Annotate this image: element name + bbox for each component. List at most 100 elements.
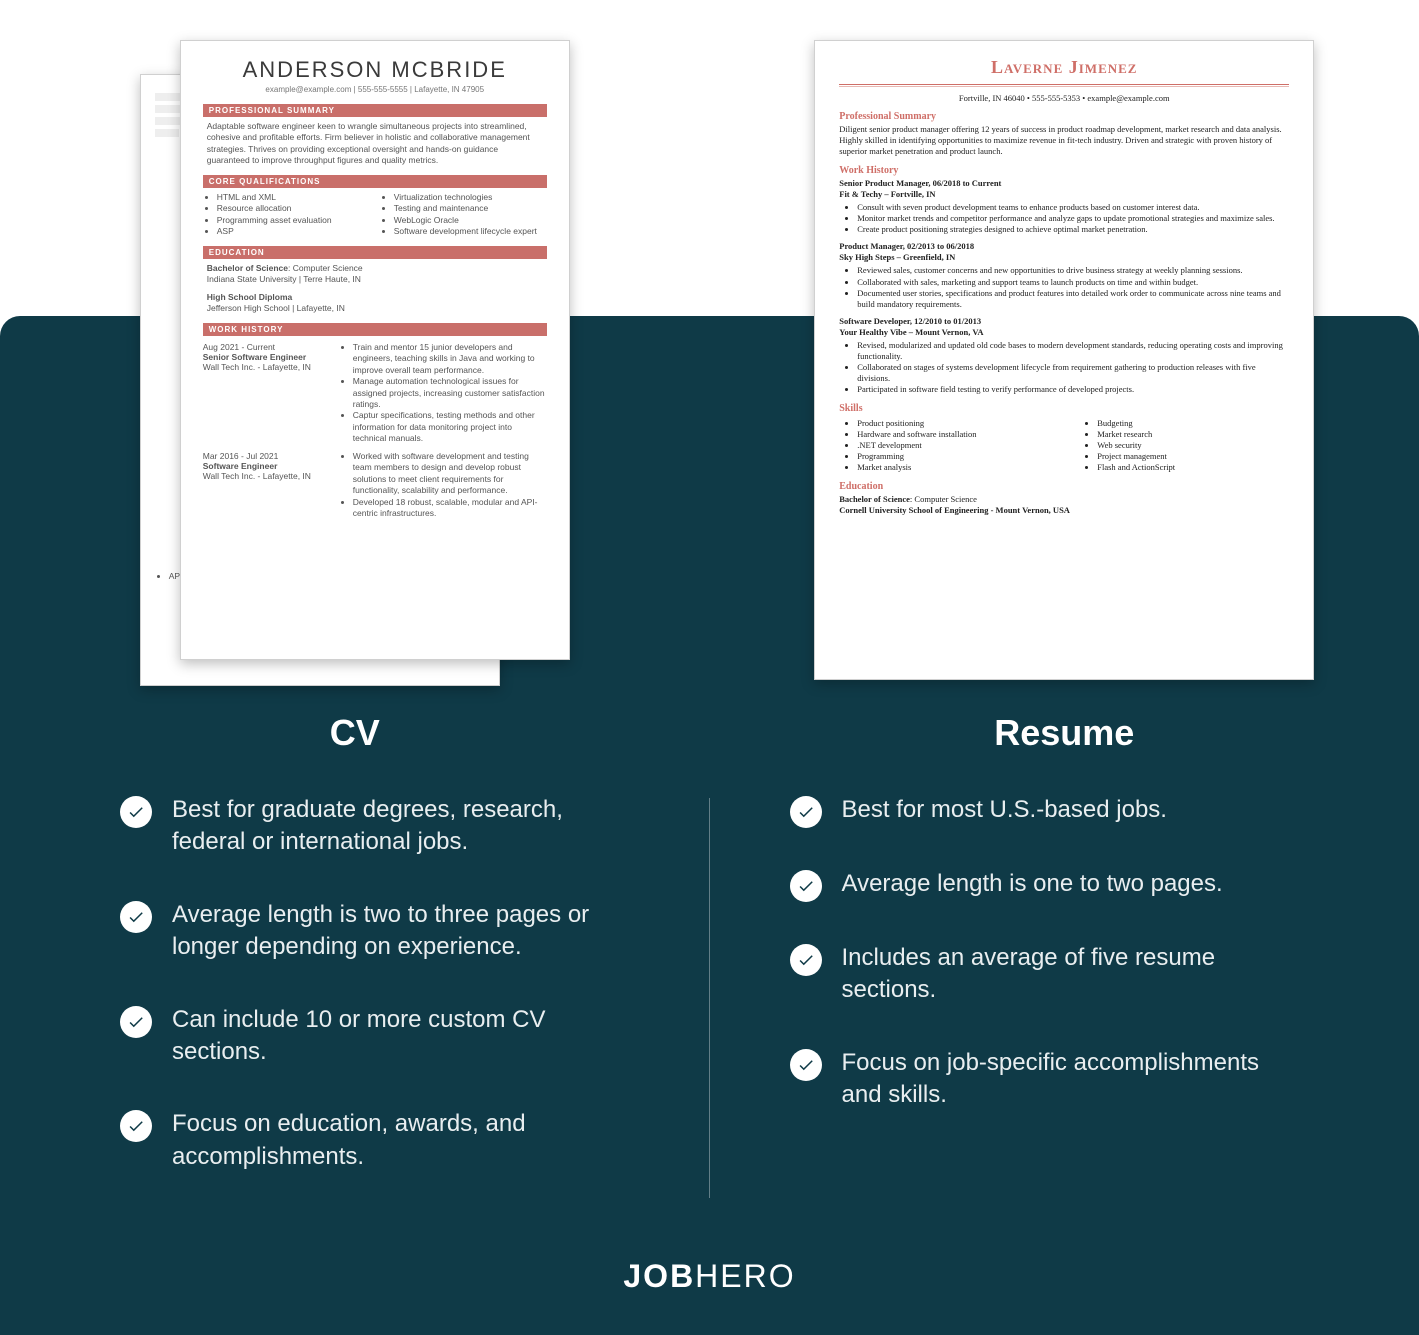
res-skill-l2: .NET development xyxy=(857,440,1049,451)
brand-bold: JOB xyxy=(623,1258,695,1294)
resume-feature-1-text: Average length is one to two pages. xyxy=(842,868,1223,900)
cv-edu-1-school: Jefferson High School | Lafayette, IN xyxy=(207,303,543,314)
cv-qual-right-1: Testing and maintenance xyxy=(394,203,547,214)
res-job-2-title: Software Developer, 12/2010 to 01/2013 xyxy=(839,316,981,326)
cv-qual-left-1: Resource allocation xyxy=(217,203,370,214)
res-skill-r1: Market research xyxy=(1097,429,1289,440)
resume-heading-education: Education xyxy=(839,481,1289,492)
resume-feature-3: Focus on job-specific accomplishments an… xyxy=(790,1047,1300,1112)
res-skill-r0: Budgeting xyxy=(1097,418,1289,429)
cv-contact: example@example.com | 555-555-5555 | Laf… xyxy=(203,85,547,94)
cv-edu-0-rest: : Computer Science xyxy=(288,263,363,273)
checkmark-icon xyxy=(120,796,152,828)
res-skill-r4: Flash and ActionScript xyxy=(1097,462,1289,473)
resume-column: Laverne Jimenez Fortville, IN 46040 • 55… xyxy=(804,40,1324,754)
cv-job-0-company: Wall Tech Inc. - Lafayette, IN xyxy=(203,362,323,372)
res-job-2-b0: Revised, modularized and updated old cod… xyxy=(857,340,1289,362)
res-edu-rest: : Computer Science xyxy=(910,494,977,504)
cv-feature-2-text: Can include 10 or more custom CV section… xyxy=(172,1004,630,1069)
cv-feature-2: Can include 10 or more custom CV section… xyxy=(120,1004,630,1069)
resume-page: Laverne Jimenez Fortville, IN 46040 • 55… xyxy=(814,40,1314,680)
res-job-0-b0: Consult with seven product development t… xyxy=(857,202,1289,213)
cv-feature-1-text: Average length is two to three pages or … xyxy=(172,899,630,964)
cv-summary-text: Adaptable software engineer keen to wran… xyxy=(203,121,547,167)
cv-qual-left-0: HTML and XML xyxy=(217,192,370,203)
cv-job-1-b0: Worked with software development and tes… xyxy=(353,451,547,497)
cv-job-1-dates: Mar 2016 - Jul 2021 xyxy=(203,451,323,461)
res-edu-degree: Bachelor of Science xyxy=(839,494,910,504)
resume-feature-3-text: Focus on job-specific accomplishments an… xyxy=(842,1047,1300,1112)
resume-feature-0-text: Best for most U.S.-based jobs. xyxy=(842,794,1167,826)
cv-heading-qualifications: CORE QUALIFICATIONS xyxy=(203,175,547,188)
cv-job-0-title: Senior Software Engineer xyxy=(203,352,306,362)
cv-job-1-company: Wall Tech Inc. - Lafayette, IN xyxy=(203,471,323,481)
cv-feature-3: Focus on education, awards, and accompli… xyxy=(120,1108,630,1173)
res-skill-r2: Web security xyxy=(1097,440,1289,451)
resume-contact: Fortville, IN 46040 • 555-555-5353 • exa… xyxy=(839,93,1289,103)
comparison-row: Best for graduate degrees, research, fed… xyxy=(0,794,1419,1213)
resume-feature-0: Best for most U.S.-based jobs. xyxy=(790,794,1300,828)
brand-light: HERO xyxy=(695,1258,795,1294)
cv-heading-work: WORK HISTORY xyxy=(203,323,547,336)
res-job-1-b1: Collaborated with sales, marketing and s… xyxy=(857,277,1289,288)
resume-heading-skills: Skills xyxy=(839,403,1289,414)
checkmark-icon xyxy=(790,870,822,902)
cv-qual-left-2: Programming asset evaluation xyxy=(217,215,370,226)
res-skill-r3: Project management xyxy=(1097,451,1289,462)
checkmark-icon xyxy=(790,944,822,976)
cv-qual-right-0: Virtualization technologies xyxy=(394,192,547,203)
checkmark-icon xyxy=(120,1110,152,1142)
res-job-1-b2: Documented user stories, specifications … xyxy=(857,288,1289,310)
cv-feature-0-text: Best for graduate degrees, research, fed… xyxy=(172,794,630,859)
resume-heading-work: Work History xyxy=(839,165,1289,176)
res-job-0-b1: Monitor market trends and competitor per… xyxy=(857,213,1289,224)
checkmark-icon xyxy=(790,1049,822,1081)
cv-qual-left-3: ASP xyxy=(217,226,370,237)
res-job-1-title: Product Manager, 02/2013 to 06/2018 xyxy=(839,241,974,251)
cv-heading-education: EDUCATION xyxy=(203,246,547,259)
cv-job-0-b1: Manage automation technological issues f… xyxy=(353,376,547,410)
cv-page-front: ANDERSON MCBRIDE example@example.com | 5… xyxy=(180,40,570,660)
res-edu-school: Cornell University School of Engineering… xyxy=(839,505,1070,515)
cv-job-0-b0: Train and mentor 15 junior developers an… xyxy=(353,342,547,376)
cv-job-1-b1: Developed 18 robust, scalable, modular a… xyxy=(353,497,547,520)
cv-document-stack: API ANDERSON MCBRIDE example@example.com… xyxy=(140,40,570,680)
resume-summary-text: Diligent senior product manager offering… xyxy=(839,124,1289,157)
resume-feature-2-text: Includes an average of five resume secti… xyxy=(842,942,1300,1007)
res-job-0-title: Senior Product Manager, 06/2018 to Curre… xyxy=(839,178,1001,188)
checkmark-icon xyxy=(790,796,822,828)
res-job-2-b1: Collaborated on stages of systems develo… xyxy=(857,362,1289,384)
res-job-2-b2: Participated in software field testing t… xyxy=(857,384,1289,395)
cv-column: API ANDERSON MCBRIDE example@example.com… xyxy=(95,40,615,754)
resume-feature-1: Average length is one to two pages. xyxy=(790,868,1300,902)
res-job-1-company: Sky High Steps – Greenfield, IN xyxy=(839,252,955,262)
cv-title-label: CV xyxy=(330,712,380,754)
cv-edu-0-school: Indiana State University | Terre Haute, … xyxy=(207,274,543,285)
checkmark-icon xyxy=(120,1006,152,1038)
cv-qual-right-2: WebLogic Oracle xyxy=(394,215,547,226)
res-skill-l3: Programming xyxy=(857,451,1049,462)
cv-edu-1-degree: High School Diploma xyxy=(207,292,292,302)
documents-row: API ANDERSON MCBRIDE example@example.com… xyxy=(0,40,1419,754)
resume-features-column: Best for most U.S.-based jobs. Average l… xyxy=(710,794,1419,1213)
resume-heading-summary: Professional Summary xyxy=(839,111,1289,122)
cv-job-0-dates: Aug 2021 - Current xyxy=(203,342,323,352)
cv-feature-0: Best for graduate degrees, research, fed… xyxy=(120,794,630,859)
cv-name: ANDERSON MCBRIDE xyxy=(203,57,547,83)
res-job-1-b0: Reviewed sales, customer concerns and ne… xyxy=(857,265,1289,276)
res-job-0-company: Fit & Techy – Fortville, IN xyxy=(839,189,935,199)
cv-job-1-title: Software Engineer xyxy=(203,461,278,471)
cv-edu-0-degree: Bachelor of Science xyxy=(207,263,288,273)
resume-name: Laverne Jimenez xyxy=(839,57,1289,78)
res-skill-l4: Market analysis xyxy=(857,462,1049,473)
res-skill-l1: Hardware and software installation xyxy=(857,429,1049,440)
checkmark-icon xyxy=(120,901,152,933)
cv-feature-3-text: Focus on education, awards, and accompli… xyxy=(172,1108,630,1173)
cv-features-column: Best for graduate degrees, research, fed… xyxy=(0,794,710,1213)
cv-job-0-b2: Captur specifications, testing methods a… xyxy=(353,410,547,444)
cv-heading-summary: PROFESSIONAL SUMMARY xyxy=(203,104,547,117)
cv-feature-1: Average length is two to three pages or … xyxy=(120,899,630,964)
brand-footer: JOBHERO xyxy=(0,1258,1419,1295)
res-skill-l0: Product positioning xyxy=(857,418,1049,429)
resume-title-label: Resume xyxy=(994,712,1134,754)
